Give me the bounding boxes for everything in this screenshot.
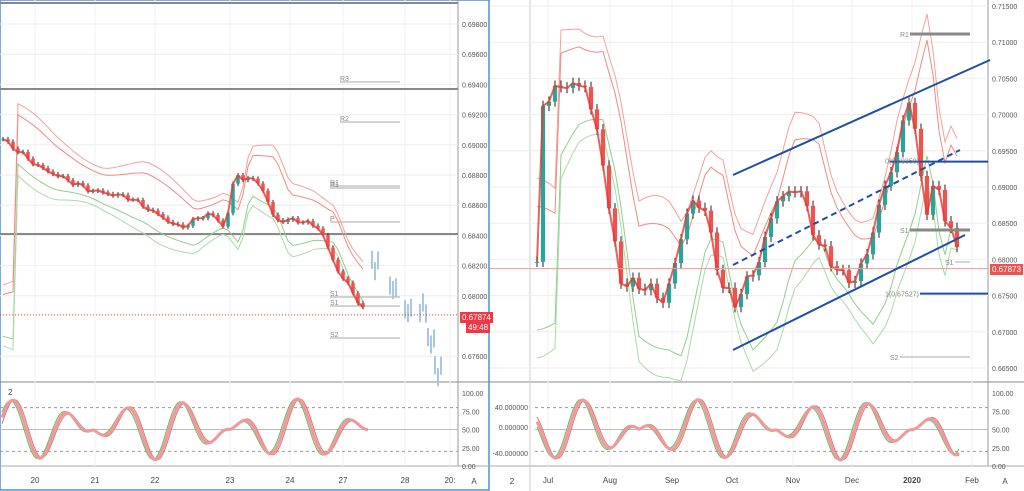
right-time-label: 2020 [903,476,921,485]
right-candle [534,261,540,263]
left-osc-tick: 0.00 [462,464,476,471]
left-price-tick: 0.68400 [462,233,487,240]
right-last-price-tag: 0.67873 [990,264,1023,275]
left-price-tick: 0.68600 [462,203,487,210]
left-price-tick: 0.68000 [462,294,487,301]
right-osc-tick: 0.00 [992,464,1006,471]
right-osc-tick: 50.00 [992,428,1010,435]
right-time-label: Sep [665,476,680,485]
right-osc-label: 2 [510,477,515,486]
right-price-tick: 0.71000 [992,40,1017,47]
left-time-label: 20 [31,476,40,485]
left-price-tick: 0.69800 [462,22,487,29]
right-price-tick: 0.70000 [992,113,1017,120]
pivot-label: R1 [330,182,339,189]
right-price-tick: 0.67500 [992,294,1017,301]
pivot-label: S1 [945,260,954,267]
right-price-tick: 0.71500 [992,4,1017,11]
left-price-tick: 0.68800 [462,173,487,180]
left-time-label: 28 [401,476,410,485]
right-price-tick: 0.67000 [992,330,1017,337]
right-price-tick: 0.69500 [992,149,1017,156]
pivot-label: S1 [330,300,339,307]
right-osc-left-tick: 40.000000 [495,405,528,412]
right-time-label: Jul [543,476,553,485]
left-upper-outer-band [2,102,364,286]
trend-channel-line [732,234,966,351]
chart-canvas[interactable]: 0.69800 0.69600 0.69400 0.69200 0.69000 0.688… [0,0,1024,491]
left-auto-scale-button[interactable]: A [471,477,477,486]
right-osc-tick: 100.00 [992,391,1014,398]
left-countdown-tag: 49:48 [466,322,491,333]
left-osc-tick: 75.00 [462,409,480,416]
pivot-label: S1 [330,291,339,298]
right-osc-tick: 75.00 [992,409,1010,416]
right-lower-band [536,118,958,357]
trend-channel-line [732,59,991,176]
pivot-label: P [330,216,335,223]
left-time-label: 20: [444,476,455,485]
right-time-label: Aug [603,476,617,485]
right-price-tick: 0.68500 [992,221,1017,228]
right-upper-outer-band [536,13,958,236]
left-price-tick: 0.69600 [462,52,487,59]
right-osc-tick: 25.00 [992,446,1010,453]
left-time-label: 24 [286,476,295,485]
left-price-tick: 0.68200 [462,264,487,271]
right-auto-scale-button[interactable]: A [1002,477,1008,486]
right-price-tick: 0.69000 [992,185,1017,192]
right-time-label: Nov [786,476,800,485]
left-time-label: 21 [91,476,100,485]
left-lower-outer-band [2,174,364,351]
left-price-tick: 0.69400 [462,82,487,89]
fib-label: 0(0.69350) [885,159,919,166]
left-time-label: 23 [226,476,235,485]
right-time-label: Feb [965,476,979,485]
left-osc-tick: 100.00 [462,391,484,398]
left-osc-tick: 50.00 [462,428,480,435]
right-time-label: Dec [845,476,859,485]
pivot-label: R3 [340,76,349,83]
left-time-label: 22 [151,476,160,485]
right-price-tick: 0.66500 [992,366,1017,373]
left-price-tick: 0.67600 [462,354,487,361]
left-price-tick: 0.69200 [462,113,487,120]
left-osc-tick: 25.00 [462,446,480,453]
right-osc-left-tick: -40.000000 [493,451,529,458]
pivot-label: S2 [330,332,339,339]
pivot-label: S2 [890,355,899,362]
left-price-tick: 0.69000 [462,143,487,150]
left-time-label: 27 [339,476,348,485]
pivot-label: S1 [900,228,909,235]
right-time-label: Oct [726,476,739,485]
pivot-label: R2 [340,116,349,123]
left-osc-label: 2 [8,388,13,397]
pivot-label: R1 [900,32,909,39]
fib-label: 1(0.67527) [885,292,919,299]
right-osc-left-tick: 0.000000 [499,425,528,432]
right-price-tick: 0.70500 [992,76,1017,83]
